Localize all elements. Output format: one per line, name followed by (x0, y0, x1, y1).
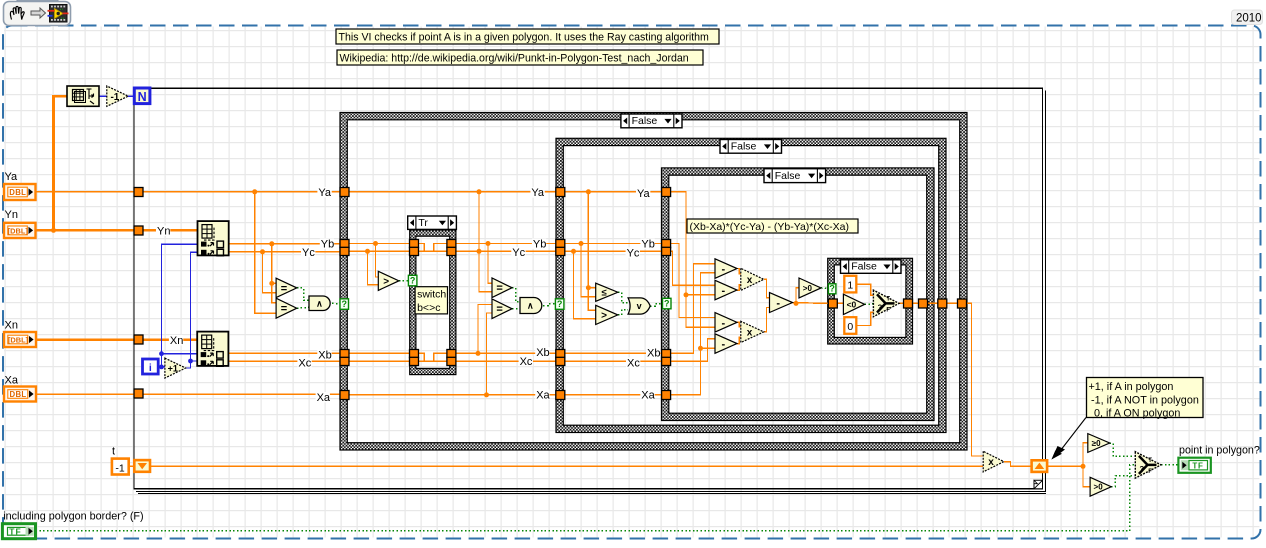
svg-text:∧: ∧ (527, 301, 534, 311)
svg-text:≤: ≤ (601, 288, 606, 299)
svg-text:Ya: Ya (318, 187, 332, 199)
svg-text:TF: TF (1192, 462, 1203, 471)
svg-text:0: 0 (847, 321, 853, 333)
svg-text:-: - (722, 339, 726, 351)
svg-text:N: N (138, 90, 147, 104)
svg-text:False: False (731, 141, 757, 153)
svg-text:?: ? (664, 299, 670, 309)
svg-text:Xa: Xa (536, 390, 550, 402)
svg-text:-1: -1 (110, 92, 119, 103)
svg-text:F: F (886, 308, 890, 314)
svg-text:?: ? (878, 302, 883, 311)
svg-text:≥0: ≥0 (1092, 439, 1101, 448)
svg-text:[DBL]: [DBL] (8, 226, 29, 235)
svg-text:Yb: Yb (321, 239, 334, 251)
svg-text:T: T (1148, 458, 1152, 464)
svg-text:Xn: Xn (5, 320, 18, 332)
svg-text:Xb: Xb (318, 350, 331, 362)
svg-text:x: x (988, 457, 994, 468)
svg-text:Yc: Yc (302, 247, 315, 259)
svg-text:?: ? (829, 284, 835, 294)
svg-text:1: 1 (847, 280, 853, 292)
svg-text:v: v (637, 301, 642, 311)
svg-text:Yn: Yn (157, 226, 170, 238)
svg-text:switch: switch (417, 288, 446, 300)
svg-text:Wikipedia: http://de.wikipedia: Wikipedia: http://de.wikipedia.org/wiki/… (340, 53, 689, 65)
svg-text:Yc: Yc (627, 247, 640, 259)
svg-text:=: = (281, 283, 287, 295)
svg-text:>: > (383, 276, 389, 287)
svg-text:Xa: Xa (317, 392, 331, 404)
svg-text:b<>c: b<>c (417, 302, 440, 314)
svg-text:-: - (722, 264, 726, 276)
svg-text:+1: +1 (168, 363, 178, 373)
svg-text:i: i (149, 362, 152, 374)
svg-text:Xa: Xa (641, 390, 655, 402)
svg-text:Ya: Ya (5, 171, 19, 183)
svg-text:Xa: Xa (5, 375, 19, 387)
svg-text:Xc: Xc (520, 356, 533, 368)
svg-text:>: > (601, 311, 607, 322)
svg-text:x: x (747, 275, 753, 286)
svg-text:[DBL]: [DBL] (8, 335, 29, 344)
svg-text:TF: TF (9, 527, 21, 537)
svg-text:>0: >0 (803, 284, 813, 293)
svg-text:Ya: Ya (531, 187, 545, 199)
svg-text:-: - (722, 285, 726, 297)
svg-text:0, if A ON polygon: 0, if A ON polygon (1094, 407, 1180, 419)
svg-text:Xb: Xb (647, 348, 660, 360)
svg-text:(Xb-Xa)*(Yc-Ya) - (Yb-Ya)*(Xc-: (Xb-Xa)*(Yc-Ya) - (Yb-Ya)*(Xc-Xa) (690, 221, 849, 233)
svg-text:t: t (112, 446, 115, 458)
svg-text:?: ? (410, 276, 416, 286)
svg-text:Xc: Xc (627, 358, 640, 370)
svg-text:False: False (851, 261, 877, 273)
svg-text:Yb: Yb (533, 239, 546, 251)
svg-text:>0: >0 (1094, 483, 1104, 492)
svg-text:T: T (886, 297, 890, 303)
svg-text:?: ? (342, 299, 348, 309)
svg-text:Yb: Yb (641, 239, 654, 251)
svg-text:Ya: Ya (637, 188, 651, 200)
svg-text:Tr: Tr (418, 217, 428, 229)
svg-text:False: False (632, 115, 658, 127)
svg-text:Xb: Xb (536, 347, 549, 359)
svg-text:=: = (496, 283, 502, 295)
svg-text:DBL: DBL (9, 188, 26, 197)
svg-text:<0: <0 (847, 299, 857, 309)
svg-text:Yc: Yc (512, 247, 525, 259)
svg-text:point in polygon?: point in polygon? (1179, 445, 1260, 457)
svg-text:Xn: Xn (170, 335, 183, 347)
svg-text:DBL: DBL (10, 390, 27, 399)
svg-text:-1: -1 (115, 463, 124, 475)
svg-text:∧: ∧ (316, 298, 323, 308)
svg-text:False: False (775, 170, 801, 182)
svg-text:+1, if A in polygon: +1, if A in polygon (1089, 381, 1174, 393)
svg-text:=: = (281, 303, 287, 315)
svg-text:2010: 2010 (1236, 13, 1262, 25)
svg-text:F: F (1148, 469, 1152, 475)
svg-text:-1, if A NOT in polygon: -1, if A NOT in polygon (1091, 394, 1199, 406)
svg-text:=: = (496, 304, 502, 316)
svg-text:-: - (776, 298, 780, 310)
svg-text:Xc: Xc (298, 358, 311, 370)
svg-text:x: x (747, 328, 753, 339)
svg-text:including polygon border? (F): including polygon border? (F) (3, 511, 143, 523)
svg-text:?: ? (557, 299, 563, 309)
svg-text:Yn: Yn (5, 209, 18, 221)
svg-text:?: ? (1140, 464, 1145, 473)
svg-text:-: - (722, 317, 726, 329)
svg-text:This VI checks if point A is i: This VI checks if point A is in a given … (339, 32, 710, 44)
